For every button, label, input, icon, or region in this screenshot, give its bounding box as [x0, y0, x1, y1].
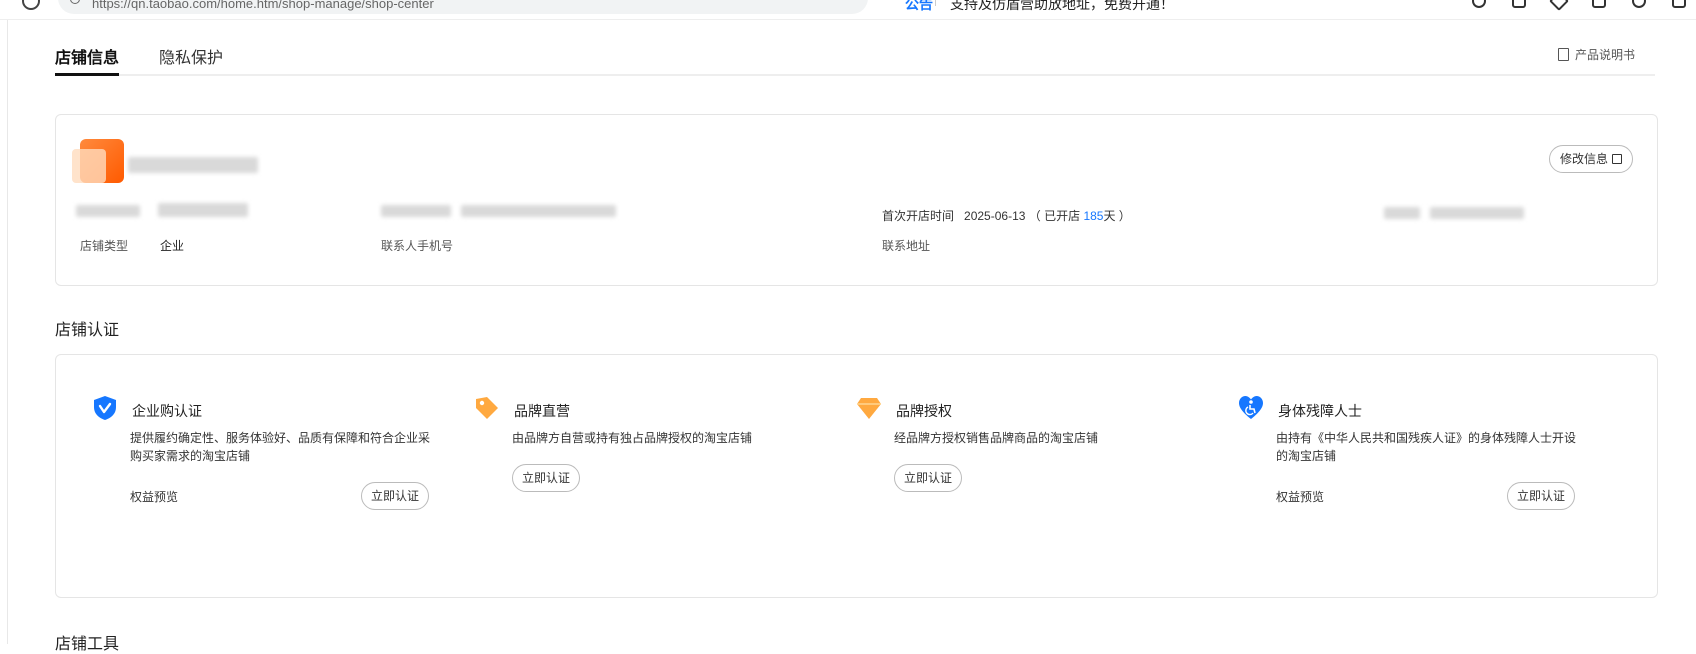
open-days-prefix: （ 已开店	[1028, 209, 1084, 223]
edit-info-button[interactable]: 修改信息	[1548, 145, 1633, 173]
benefits-preview-link[interactable]: 权益预览	[130, 488, 178, 505]
redacted-address	[1430, 207, 1524, 219]
product-manual-label: 产品说明书	[1574, 48, 1635, 62]
shop-type-label: 店铺类型	[80, 239, 129, 253]
cert-title: 品牌直营	[514, 403, 570, 419]
redacted-field	[1384, 207, 1420, 219]
cert-description: 由持有《中华人民共和国残疾人证》的身体残障人士开设的淘宝店铺	[1276, 431, 1577, 463]
shop-name-redacted	[128, 157, 258, 173]
notice-text[interactable]: 支持及仿盾营助放地址，免费开通！	[950, 0, 1174, 14]
benefits-preview-link[interactable]: 权益预览	[1276, 488, 1324, 505]
accessibility-heart-icon	[1239, 396, 1263, 419]
tab-shop-info[interactable]: 店铺信息	[55, 44, 119, 68]
certify-now-button[interactable]: 立即认证	[361, 482, 430, 510]
product-manual-link[interactable]: 产品说明书	[1557, 46, 1635, 63]
cert-title: 企业购认证	[132, 403, 202, 419]
cert-title: 品牌授权	[896, 403, 952, 419]
contact-address-label: 联系地址	[882, 239, 931, 253]
cert-description: 经品牌方授权销售品牌商品的淘宝店铺	[894, 431, 1099, 445]
certification-section-title: 店铺认证	[55, 322, 120, 339]
cert-description: 提供履约确定性、服务体验好、品质有保障和符合企业采购买家需求的淘宝店铺	[130, 431, 431, 463]
tab-icon[interactable]	[1592, 0, 1606, 8]
external-link-icon	[1612, 154, 1622, 164]
tools-section-title: 店铺工具	[55, 636, 120, 653]
browser-toolbar: https://qn.taobao.com/home.htm/shop-mana…	[0, 0, 1696, 20]
clock-icon[interactable]	[1472, 0, 1486, 8]
chat-icon[interactable]	[1672, 0, 1686, 8]
active-tab-indicator	[55, 73, 119, 76]
shop-type-value: 企业	[160, 239, 185, 253]
open-days-suffix: 天 ）	[1103, 209, 1131, 223]
redacted-field	[158, 203, 248, 217]
page-left-border	[7, 20, 8, 644]
open-date-value: 2025-06-13	[964, 209, 1026, 223]
address-bar[interactable]: https://qn.taobao.com/home.htm/shop-mana…	[58, 0, 868, 14]
open-days-value: 185	[1083, 209, 1104, 223]
tab-bar: 店铺信息 隐私保护 产品说明书	[55, 30, 1655, 76]
profile-icon[interactable]	[1632, 0, 1646, 8]
diamond-icon	[857, 398, 881, 419]
tag-icon	[476, 397, 498, 419]
certify-now-button[interactable]: 立即认证	[512, 464, 581, 492]
certify-now-button[interactable]: 立即认证	[1507, 482, 1576, 510]
open-date-row: 首次开店时间 2025-06-13 （ 已开店 185天 ）	[882, 207, 1131, 224]
star-icon[interactable]	[1549, 0, 1569, 11]
open-date-label: 首次开店时间	[882, 209, 955, 223]
copy-icon[interactable]	[1512, 0, 1526, 8]
tab-privacy[interactable]: 隐私保护	[159, 44, 223, 68]
shop-logo-overlay	[72, 149, 106, 183]
certify-now-button[interactable]: 立即认证	[894, 464, 963, 492]
redacted-field	[381, 205, 451, 217]
contact-phone-label: 联系人手机号	[381, 239, 454, 253]
cert-description: 由品牌方自营或持有独占品牌授权的淘宝店铺	[512, 431, 753, 445]
notice-tag: 公告	[905, 0, 933, 12]
shield-icon	[94, 396, 116, 420]
cert-title: 身体残障人士	[1278, 403, 1362, 419]
redacted-field	[76, 205, 140, 217]
book-icon	[1557, 48, 1569, 61]
notice-divider	[935, 0, 936, 6]
redacted-phone	[461, 205, 616, 217]
edit-info-label: 修改信息	[1559, 152, 1608, 166]
shop-info-card: 修改信息 首次开店时间 2025-06-13 （ 已开店 185天 ） 店铺类型…	[55, 114, 1658, 286]
certification-card: 企业购认证 提供履约确定性、服务体验好、品质有保障和符合企业采购买家需求的淘宝店…	[55, 354, 1658, 598]
history-icon[interactable]	[22, 0, 40, 10]
